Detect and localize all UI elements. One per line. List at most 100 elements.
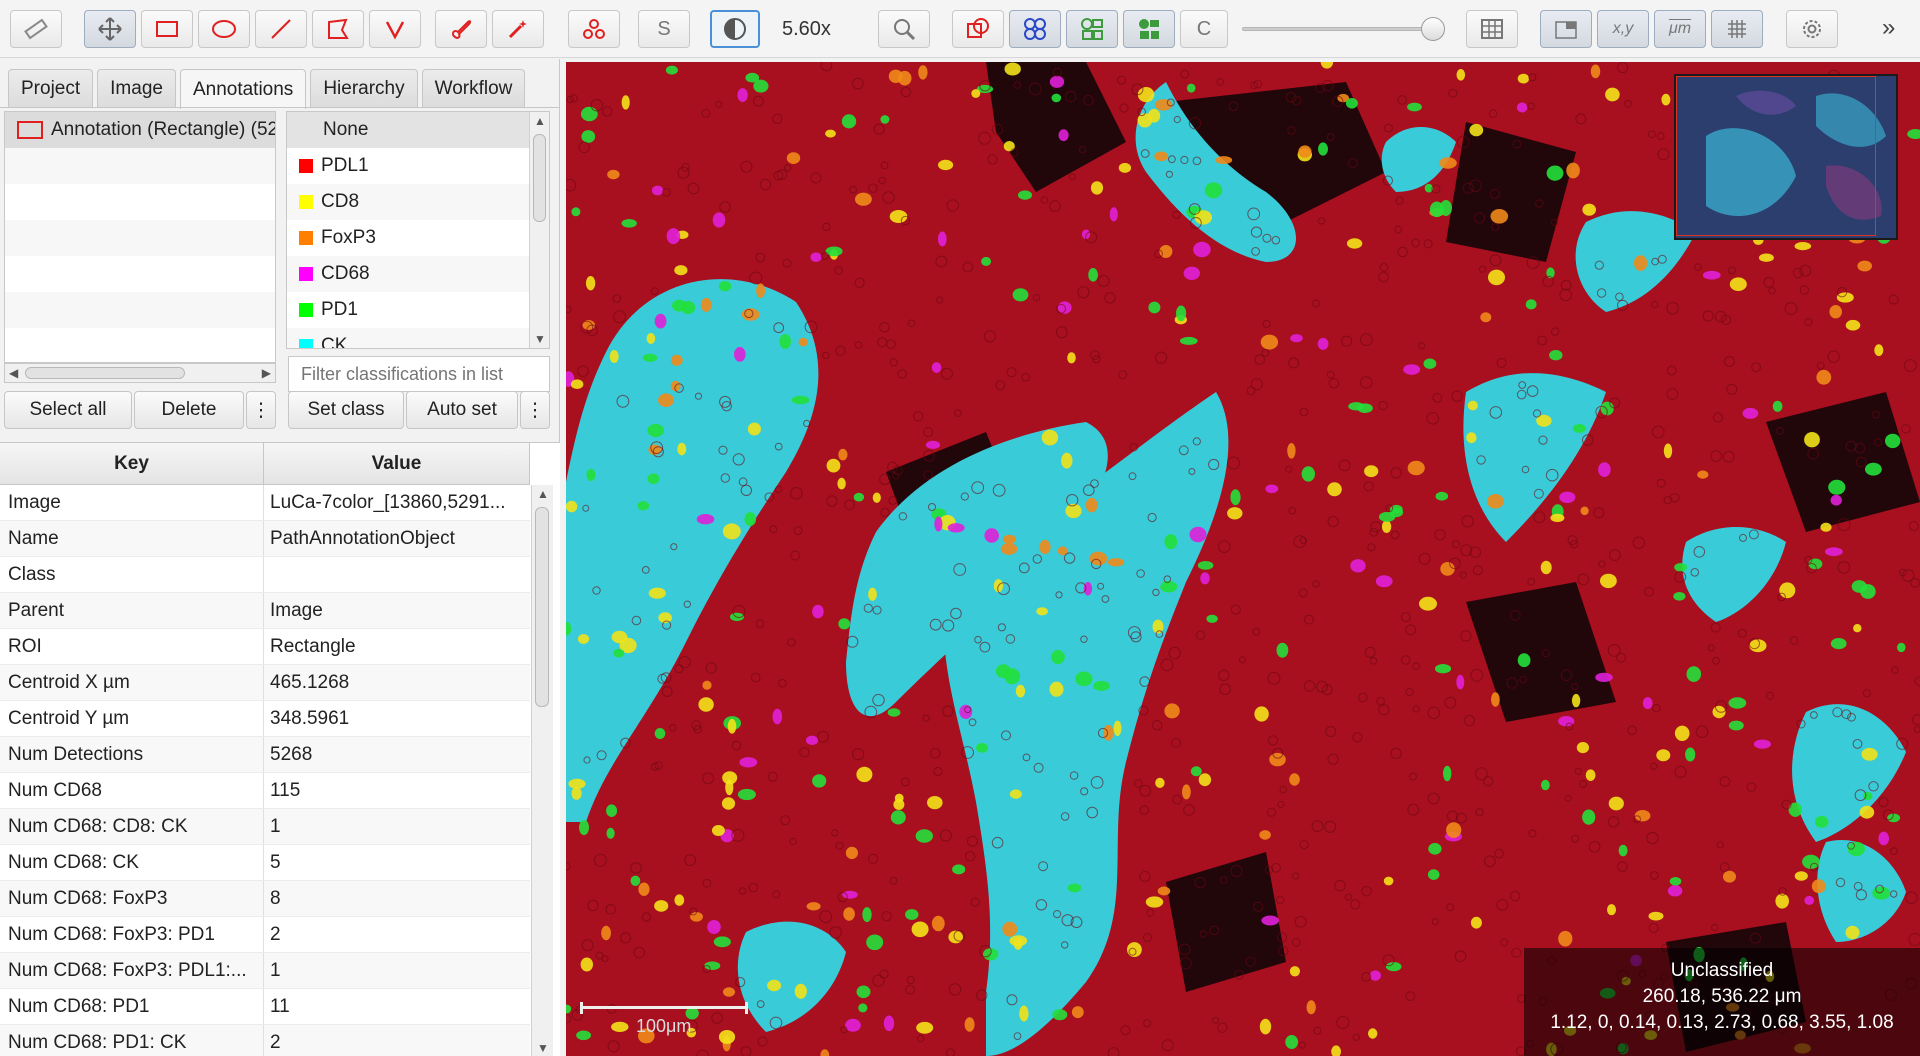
- rectangle-tool-icon[interactable]: [141, 10, 193, 48]
- measurement-table-icon[interactable]: [1466, 10, 1518, 48]
- analysis-panel: Project Image Annotations Hierarchy Work…: [0, 59, 560, 1056]
- auto-set-button[interactable]: Auto set: [406, 391, 518, 429]
- ellipse-tool-icon[interactable]: [198, 10, 250, 48]
- preferences-gear-icon[interactable]: [1786, 10, 1838, 48]
- table-row[interactable]: Num CD68: FoxP3 8: [0, 881, 530, 917]
- scroll-down-icon[interactable]: ▼: [537, 1041, 549, 1055]
- overview-viewport-box[interactable]: [1676, 76, 1876, 236]
- table-row[interactable]: Num CD68: PD1 11: [0, 989, 530, 1025]
- cell-marker: [1580, 506, 1589, 516]
- cell-marker: [952, 864, 966, 875]
- show-grid-icon[interactable]: [1711, 10, 1763, 48]
- cell-marker: [905, 909, 919, 920]
- table-row[interactable]: Num CD68: FoxP3: PD1 2: [0, 917, 530, 953]
- cell-marker: [1067, 883, 1082, 893]
- opacity-slider[interactable]: [1242, 27, 1434, 31]
- table-row[interactable]: ROI Rectangle: [0, 629, 530, 665]
- cell-marker: [1164, 703, 1180, 719]
- scroll-up-icon[interactable]: ▲: [534, 114, 546, 128]
- class-item-foxp3[interactable]: FoxP3: [287, 220, 549, 256]
- selection-mode-button[interactable]: S: [638, 10, 690, 48]
- table-row[interactable]: Num CD68: CD8: CK 1: [0, 809, 530, 845]
- cell-marker: [1183, 266, 1200, 280]
- scroll-left-icon[interactable]: ◀: [9, 366, 18, 380]
- table-row[interactable]: Num CD68: PD1: CK 2: [0, 1025, 530, 1056]
- table-row[interactable]: Num CD68: CK 5: [0, 845, 530, 881]
- cell-marker: [577, 634, 590, 644]
- class-item-none[interactable]: None: [287, 112, 549, 148]
- cell-marker: [646, 333, 656, 344]
- show-location-button[interactable]: x,y: [1597, 10, 1649, 48]
- class-item-ck[interactable]: CK: [287, 328, 549, 348]
- class-item-pd1[interactable]: PD1: [287, 292, 549, 328]
- tab-hierarchy[interactable]: Hierarchy: [310, 69, 418, 107]
- cell-marker: [858, 1003, 868, 1013]
- move-tool-icon[interactable]: [84, 10, 136, 48]
- toolbar-overflow-icon[interactable]: »: [1882, 14, 1895, 42]
- cell-marker: [1439, 200, 1452, 216]
- scroll-right-icon[interactable]: ▶: [262, 366, 271, 380]
- opacity-slider-thumb[interactable]: [1421, 17, 1445, 41]
- vscroll-thumb[interactable]: [533, 134, 546, 222]
- table-row[interactable]: Name PathAnnotationObject: [0, 521, 530, 557]
- select-all-button[interactable]: Select all: [4, 391, 132, 429]
- value-column-header[interactable]: Value: [264, 443, 530, 484]
- show-tma-grid-icon[interactable]: [1009, 10, 1061, 48]
- show-connections-button[interactable]: C: [1180, 10, 1228, 48]
- cell-marker: [1878, 831, 1889, 846]
- zoom-to-fit-icon[interactable]: [878, 10, 930, 48]
- show-overview-icon[interactable]: [1540, 10, 1592, 48]
- cell-marker: [727, 718, 737, 734]
- table-row[interactable]: Num CD68 115: [0, 773, 530, 809]
- table-row[interactable]: Num Detections 5268: [0, 737, 530, 773]
- tab-image[interactable]: Image: [97, 69, 176, 107]
- cell-marker: [841, 114, 857, 129]
- empty-row: [5, 220, 275, 256]
- vscroll-thumb[interactable]: [535, 507, 549, 707]
- class-item-pdl1[interactable]: PDL1: [287, 148, 549, 184]
- show-detections-icon[interactable]: [1066, 10, 1118, 48]
- delete-button[interactable]: Delete: [134, 391, 244, 429]
- class-item-cd68[interactable]: CD68: [287, 256, 549, 292]
- set-class-button[interactable]: Set class: [288, 391, 404, 429]
- wand-tool-icon[interactable]: [492, 10, 544, 48]
- classification-list[interactable]: None PDL1 CD8 FoxP3 CD68 PD1 CK ▲ ▼: [286, 111, 550, 349]
- tab-annotations[interactable]: Annotations: [179, 69, 307, 109]
- table-row[interactable]: Class: [0, 557, 530, 593]
- measure-tool-icon[interactable]: [10, 10, 62, 48]
- annotation-list[interactable]: Annotation (Rectangle) (52: [4, 111, 276, 363]
- table-row[interactable]: Centroid Y µm 348.5961: [0, 701, 530, 737]
- scroll-down-icon[interactable]: ▼: [534, 332, 546, 346]
- brush-tool-icon[interactable]: [435, 10, 487, 48]
- annotation-list-item[interactable]: Annotation (Rectangle) (52: [5, 112, 275, 148]
- table-row[interactable]: Centroid X µm 465.1268: [0, 665, 530, 701]
- fill-detections-icon[interactable]: [1123, 10, 1175, 48]
- image-viewer[interactable]: 100μm Unclassified 260.18, 536.22 μm 1.1…: [566, 62, 1920, 1056]
- tab-project[interactable]: Project: [8, 69, 94, 107]
- properties-scrollbar[interactable]: ▲ ▼: [531, 485, 553, 1056]
- polyline-tool-icon[interactable]: [369, 10, 421, 48]
- key-column-header[interactable]: Key: [0, 443, 264, 484]
- cell-marker: [1182, 784, 1191, 800]
- show-scalebar-button[interactable]: μm: [1654, 10, 1706, 48]
- cell-marker: [707, 920, 721, 934]
- polygon-tool-icon[interactable]: [312, 10, 364, 48]
- hscroll-thumb[interactable]: [25, 367, 185, 379]
- cell-marker: [1230, 489, 1241, 506]
- scroll-up-icon[interactable]: ▲: [537, 487, 549, 501]
- table-row[interactable]: Parent Image: [0, 593, 530, 629]
- overview-thumbnail[interactable]: [1674, 74, 1898, 240]
- annotation-list-hscrollbar[interactable]: ◀ ▶: [4, 363, 276, 383]
- line-tool-icon[interactable]: [255, 10, 307, 48]
- tab-workflow[interactable]: Workflow: [421, 69, 526, 107]
- annotation-more-button[interactable]: ⋮: [246, 391, 276, 429]
- table-row[interactable]: Image LuCa-7color_[13860,5291...: [0, 485, 530, 521]
- class-item-cd8[interactable]: CD8: [287, 184, 549, 220]
- class-filter-input[interactable]: [288, 356, 550, 392]
- brightness-contrast-icon[interactable]: [710, 10, 760, 48]
- class-list-scrollbar[interactable]: ▲ ▼: [529, 112, 549, 348]
- class-more-button[interactable]: ⋮: [520, 391, 550, 429]
- table-row[interactable]: Num CD68: FoxP3: PDL1:... 1: [0, 953, 530, 989]
- show-annotations-icon[interactable]: [952, 10, 1004, 48]
- points-tool-icon[interactable]: [568, 10, 620, 48]
